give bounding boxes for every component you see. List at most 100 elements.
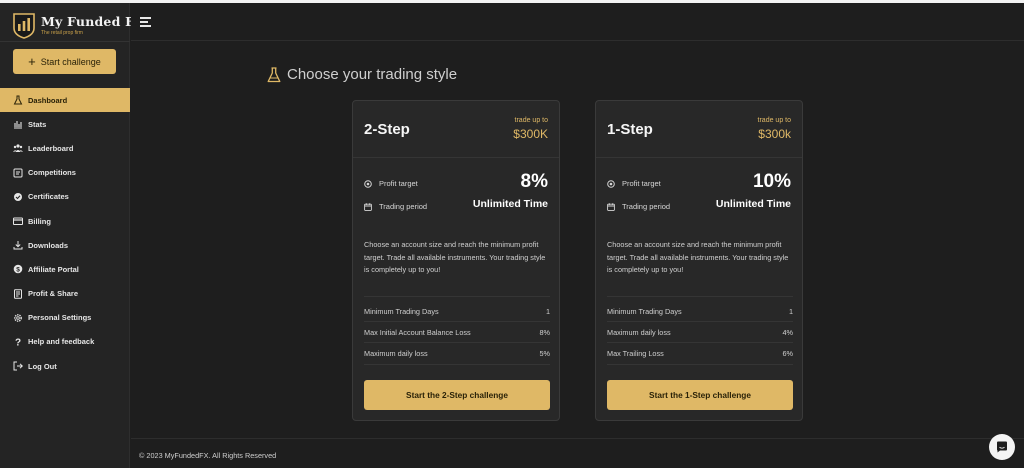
profit-target-row: Profit target <box>364 179 418 188</box>
trade-up-amount: $300K <box>513 127 548 141</box>
rule-value: 4% <box>782 328 793 337</box>
trade-up-label: trade up to <box>757 117 791 124</box>
dollar-icon: $ <box>12 264 23 275</box>
trading-period-value: Unlimited Time <box>472 198 548 210</box>
chat-bubble-icon <box>997 441 1007 453</box>
rule-label: Maximum daily loss <box>364 349 428 358</box>
sidebar-item-stats[interactable]: Stats <box>0 112 130 136</box>
rule-value: 1 <box>545 307 550 316</box>
profit-target-label: Profit target <box>379 179 418 188</box>
target-icon <box>607 179 615 188</box>
card-divider <box>353 157 559 158</box>
sidebar-item-label: Leaderboard <box>28 143 74 153</box>
bar-chart-icon <box>12 119 23 130</box>
brand-name: My Funded FX <box>41 14 145 29</box>
sidebar-divider <box>0 41 130 42</box>
rule-value: 1 <box>788 307 793 316</box>
trade-up-amount: $300k <box>758 127 791 141</box>
trading-period-row: Trading period <box>364 202 427 211</box>
logout-icon <box>12 361 23 372</box>
rule-value: 8% <box>539 328 550 337</box>
trade-up-label: trade up to <box>514 117 548 124</box>
users-icon <box>12 143 23 154</box>
question-icon: ? <box>12 336 23 347</box>
sidebar-nav: Dashboard Stats Leaderboard Competitions… <box>0 88 130 378</box>
sidebar-item-label: Profit & Share <box>28 289 79 299</box>
trading-period-row: Trading period <box>607 202 670 211</box>
rule-value: 5% <box>539 349 550 358</box>
top-bar <box>131 3 1024 41</box>
rule-row: Max Initial Account Balance Loss 8% <box>364 328 550 337</box>
profit-target-label: Profit target <box>622 179 661 188</box>
sidebar-item-personal-settings[interactable]: Personal Settings <box>0 306 130 330</box>
sidebar-item-label: Affiliate Portal <box>28 264 79 274</box>
page-title: Choose your trading style <box>267 66 457 83</box>
rule-row: Max Trailing Loss 6% <box>607 349 793 358</box>
sidebar-item-label: Help and feedback <box>28 337 95 347</box>
sidebar-item-log-out[interactable]: Log Out <box>0 354 130 378</box>
rule-label: Minimum Trading Days <box>607 307 682 316</box>
start-1-step-challenge-button[interactable]: Start the 1-Step challenge <box>607 380 793 410</box>
sidebar-item-help-feedback[interactable]: ? Help and feedback <box>0 330 130 354</box>
sidebar-item-profit-share[interactable]: Profit & Share <box>0 282 130 306</box>
sidebar-item-label: Certificates <box>28 192 69 202</box>
rules-divider <box>607 364 793 365</box>
page-title-text: Choose your trading style <box>287 66 458 83</box>
rules-divider <box>364 342 550 343</box>
trading-period-value: Unlimited Time <box>715 198 791 210</box>
rules-divider <box>607 342 793 343</box>
rules-divider <box>607 296 793 297</box>
sidebar-item-label: Log Out <box>28 361 57 371</box>
sidebar-item-billing[interactable]: Billing <box>0 209 130 233</box>
target-icon <box>364 179 372 188</box>
trophy-icon <box>12 167 23 178</box>
rule-label: Minimum Trading Days <box>364 307 439 316</box>
flask-icon <box>267 66 281 82</box>
rule-row: Minimum Trading Days 1 <box>364 307 550 316</box>
sidebar-item-downloads[interactable]: Downloads <box>0 233 130 257</box>
calendar-icon <box>364 202 372 211</box>
card-title: 1-Step <box>607 121 653 138</box>
receipt-icon <box>12 288 23 299</box>
start-challenge-label: Start challenge <box>40 56 101 67</box>
rules-divider <box>364 296 550 297</box>
sidebar: My Funded FX The retail prop firm + Star… <box>0 3 144 468</box>
chat-launcher-button[interactable] <box>989 434 1015 460</box>
sidebar-item-label: Competitions <box>28 168 76 178</box>
logo-shield-icon <box>13 13 35 39</box>
card-description: Choose an account size and reach the min… <box>607 240 789 274</box>
rules-divider <box>364 364 550 365</box>
trading-period-label: Trading period <box>379 202 428 211</box>
rules-divider <box>364 321 550 322</box>
rule-row: Maximum daily loss 5% <box>364 349 550 358</box>
calendar-icon <box>607 202 615 211</box>
sidebar-item-certificates[interactable]: Certificates <box>0 185 130 209</box>
svg-text:?: ? <box>14 337 20 347</box>
menu-toggle-icon[interactable] <box>140 17 151 27</box>
credit-card-icon <box>12 216 23 227</box>
profit-target-value: 10% <box>752 171 791 192</box>
sidebar-item-competitions[interactable]: Competitions <box>0 161 130 185</box>
profit-target-value: 8% <box>520 171 548 192</box>
sidebar-item-leaderboard[interactable]: Leaderboard <box>0 136 130 160</box>
footer-divider <box>131 438 1024 439</box>
sidebar-item-label: Personal Settings <box>28 313 92 323</box>
brand-logo[interactable]: My Funded FX The retail prop firm <box>12 11 144 39</box>
rule-row: Maximum daily loss 4% <box>607 328 793 337</box>
sidebar-item-dashboard[interactable]: Dashboard <box>0 88 130 113</box>
badge-icon <box>12 191 23 202</box>
sidebar-item-label: Stats <box>28 119 47 129</box>
sidebar-item-affiliate-portal[interactable]: $ Affiliate Portal <box>0 257 130 281</box>
sidebar-item-label: Dashboard <box>28 95 68 105</box>
gear-icon <box>12 312 23 323</box>
rule-label: Maximum daily loss <box>607 328 671 337</box>
flask-icon <box>12 95 23 106</box>
card-divider <box>596 157 802 158</box>
card-title: 2-Step <box>364 121 410 138</box>
profit-target-row: Profit target <box>607 179 661 188</box>
trading-period-label: Trading period <box>622 202 671 211</box>
challenge-card-1-step: 1-Step trade up to $300k Profit target 1… <box>595 100 803 421</box>
card-description: Choose an account size and reach the min… <box>364 240 546 274</box>
start-challenge-button[interactable]: + Start challenge <box>13 49 116 74</box>
start-2-step-challenge-button[interactable]: Start the 2-Step challenge <box>364 380 550 410</box>
